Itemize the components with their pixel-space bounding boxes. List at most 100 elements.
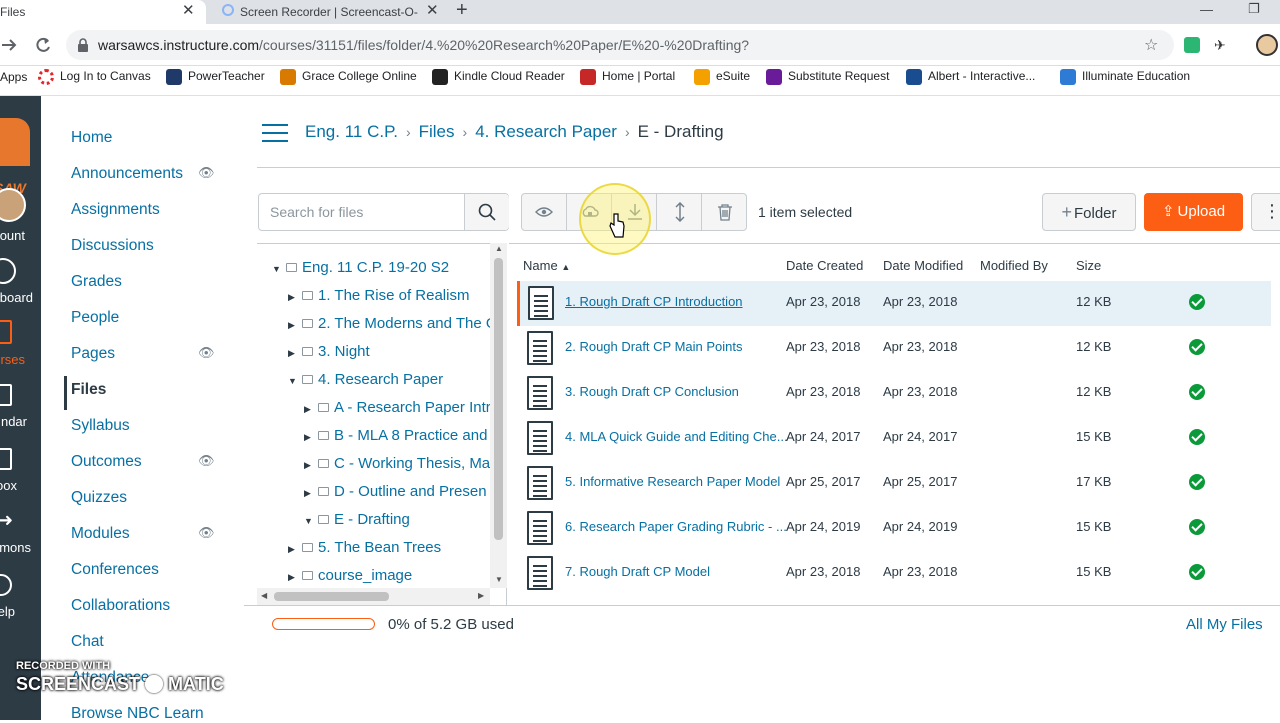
course-nav-chat[interactable]: Chat bbox=[71, 633, 104, 651]
extension-icon[interactable] bbox=[1184, 37, 1200, 53]
tree-node[interactable]: ▶ 1. The Rise of Realism bbox=[288, 287, 469, 304]
browser-tab-screencast[interactable]: Screen Recorder | Screencast-O-M ✕ bbox=[210, 0, 446, 24]
course-nav-pages[interactable]: Pages bbox=[71, 345, 115, 363]
published-check-icon[interactable] bbox=[1189, 474, 1205, 490]
tree-node[interactable]: ▶ 2. The Moderns and The G bbox=[288, 315, 498, 332]
course-nav-quizzes[interactable]: Quizzes bbox=[71, 489, 127, 507]
published-check-icon[interactable] bbox=[1189, 294, 1205, 310]
published-check-icon[interactable] bbox=[1189, 384, 1205, 400]
column-header-name[interactable]: Name ▲ bbox=[523, 258, 570, 273]
all-my-files-link[interactable]: All My Files bbox=[1186, 616, 1263, 633]
table-row[interactable]: 4. MLA Quick Guide and Editing Che... Ap… bbox=[517, 416, 1271, 461]
file-name-link[interactable]: 1. Rough Draft CP Introduction bbox=[565, 294, 743, 309]
close-tab-icon[interactable]: ✕ bbox=[426, 1, 439, 21]
table-row[interactable]: 3. Rough Draft CP Conclusion Apr 23, 201… bbox=[517, 371, 1271, 416]
bookmark-powerteacher[interactable]: PowerTeacher bbox=[166, 69, 265, 85]
tree-vertical-scroll-thumb[interactable] bbox=[494, 258, 503, 540]
bookmark-grace[interactable]: Grace College Online bbox=[280, 69, 417, 85]
breadcrumb-folder[interactable]: 4. Research Paper bbox=[475, 122, 617, 141]
gnav-commons[interactable]: ➜ mons bbox=[0, 510, 41, 570]
close-tab-icon[interactable]: ✕ bbox=[182, 1, 195, 21]
course-nav-conferences[interactable]: Conferences bbox=[71, 561, 159, 579]
bookmark-portal[interactable]: Home | Portal bbox=[580, 69, 675, 85]
tree-node[interactable]: ▶ course_image bbox=[288, 567, 412, 584]
gnav-account[interactable]: ount bbox=[0, 188, 41, 248]
column-header-date-created[interactable]: Date Created bbox=[786, 258, 863, 273]
course-nav-browse-nbc-learn[interactable]: Browse NBC Learn bbox=[71, 705, 204, 723]
file-name-link[interactable]: 7. Rough Draft CP Model bbox=[565, 564, 710, 579]
tree-node[interactable]: ▶ A - Research Paper Intro bbox=[304, 399, 499, 416]
course-nav-collaborations[interactable]: Collaborations bbox=[71, 597, 170, 615]
extension-bird-icon[interactable]: ✈ bbox=[1214, 37, 1232, 53]
table-row[interactable]: 5. Informative Research Paper Model Apr … bbox=[517, 461, 1271, 506]
search-input[interactable] bbox=[259, 194, 464, 230]
profile-avatar-icon[interactable] bbox=[1256, 34, 1278, 56]
maximize-icon[interactable]: ❐ bbox=[1248, 1, 1260, 17]
bookmark-illuminate[interactable]: Illuminate Education bbox=[1060, 69, 1190, 85]
tree-node-current[interactable]: ▼ E - Drafting bbox=[304, 511, 410, 528]
more-options-button[interactable]: ⋮ bbox=[1251, 193, 1280, 231]
tree-node[interactable]: ▶ D - Outline and Presen bbox=[304, 483, 487, 500]
expanded-arrow-icon[interactable]: ▼ bbox=[288, 376, 298, 386]
gnav-calendar[interactable]: ndar bbox=[0, 382, 41, 442]
course-nav-announcements[interactable]: Announcements bbox=[71, 165, 183, 183]
published-check-icon[interactable] bbox=[1189, 564, 1205, 580]
course-nav-outcomes[interactable]: Outcomes bbox=[71, 453, 142, 471]
published-check-icon[interactable] bbox=[1189, 519, 1205, 535]
gnav-dashboard[interactable]: board bbox=[0, 256, 41, 316]
expanded-arrow-icon[interactable]: ▼ bbox=[272, 264, 282, 274]
collapsed-arrow-icon[interactable]: ▶ bbox=[304, 460, 314, 471]
bookmark-substitute[interactable]: Substitute Request bbox=[766, 69, 889, 85]
tree-node[interactable]: ▶ 5. The Bean Trees bbox=[288, 539, 441, 556]
bookmark-albert[interactable]: Albert - Interactive... bbox=[906, 69, 1035, 85]
course-nav-home[interactable]: Home bbox=[71, 129, 112, 147]
tree-node[interactable]: ▶ B - MLA 8 Practice and E bbox=[304, 427, 502, 444]
gnav-inbox[interactable]: oox bbox=[0, 446, 41, 506]
table-row[interactable]: 2. Rough Draft CP Main Points Apr 23, 20… bbox=[517, 326, 1271, 371]
scroll-up-icon[interactable]: ▲ bbox=[495, 244, 503, 253]
new-tab-icon[interactable]: + bbox=[456, 0, 468, 22]
tree-node[interactable]: ▼ 4. Research Paper bbox=[288, 371, 443, 388]
breadcrumb-files[interactable]: Files bbox=[419, 122, 455, 141]
upload-button[interactable]: ⇪ Upload bbox=[1144, 193, 1243, 231]
tree-node[interactable]: ▶ 3. Night bbox=[288, 343, 370, 360]
file-name-link[interactable]: 4. MLA Quick Guide and Editing Che... bbox=[565, 429, 788, 444]
reload-icon[interactable] bbox=[34, 36, 52, 54]
add-folder-button[interactable]: + Folder bbox=[1042, 193, 1136, 231]
expanded-arrow-icon[interactable]: ▼ bbox=[304, 516, 314, 526]
published-check-icon[interactable] bbox=[1189, 429, 1205, 445]
course-nav-files[interactable]: Files bbox=[71, 381, 106, 399]
menu-toggle-icon[interactable] bbox=[262, 124, 288, 142]
minimize-icon[interactable]: — bbox=[1200, 2, 1213, 17]
scroll-right-icon[interactable]: ▶ bbox=[478, 591, 484, 600]
collapsed-arrow-icon[interactable]: ▶ bbox=[288, 292, 298, 303]
collapsed-arrow-icon[interactable]: ▶ bbox=[304, 488, 314, 499]
collapsed-arrow-icon[interactable]: ▶ bbox=[288, 320, 298, 331]
preview-button[interactable] bbox=[522, 194, 567, 230]
collapsed-arrow-icon[interactable]: ▶ bbox=[288, 544, 298, 555]
collapsed-arrow-icon[interactable]: ▶ bbox=[288, 348, 298, 359]
scroll-down-icon[interactable]: ▼ bbox=[495, 575, 503, 584]
gnav-courses[interactable]: rses bbox=[0, 318, 41, 378]
star-icon[interactable]: ☆ bbox=[1144, 35, 1158, 55]
forward-icon[interactable] bbox=[0, 36, 18, 54]
collapsed-arrow-icon[interactable]: ▶ bbox=[304, 432, 314, 443]
collapsed-arrow-icon[interactable]: ▶ bbox=[304, 404, 314, 415]
course-nav-syllabus[interactable]: Syllabus bbox=[71, 417, 130, 435]
table-row[interactable]: 1. Rough Draft CP Introduction Apr 23, 2… bbox=[517, 281, 1271, 326]
collapsed-arrow-icon[interactable]: ▶ bbox=[288, 572, 298, 583]
tree-node-root[interactable]: ▼ Eng. 11 C.P. 19-20 S2 bbox=[272, 259, 449, 276]
bookmark-kindle[interactable]: Kindle Cloud Reader bbox=[432, 69, 565, 85]
gnav-help[interactable]: elp bbox=[0, 572, 41, 632]
file-name-link[interactable]: 6. Research Paper Grading Rubric - ... bbox=[565, 519, 787, 534]
url-field[interactable]: warsawcs.instructure.com/courses/31151/f… bbox=[66, 30, 1174, 60]
file-name-link[interactable]: 3. Rough Draft CP Conclusion bbox=[565, 384, 739, 399]
move-button[interactable] bbox=[657, 194, 702, 230]
table-row[interactable]: 6. Research Paper Grading Rubric - ... A… bbox=[517, 506, 1271, 551]
bookmark-apps[interactable]: Apps bbox=[0, 70, 27, 84]
bookmark-canvas[interactable]: Log In to Canvas bbox=[38, 69, 151, 85]
file-name-link[interactable]: 5. Informative Research Paper Model bbox=[565, 474, 780, 489]
course-nav-discussions[interactable]: Discussions bbox=[71, 237, 154, 255]
tree-node[interactable]: ▶ C - Working Thesis, Ma bbox=[304, 455, 490, 472]
scroll-left-icon[interactable]: ◀ bbox=[261, 591, 267, 600]
